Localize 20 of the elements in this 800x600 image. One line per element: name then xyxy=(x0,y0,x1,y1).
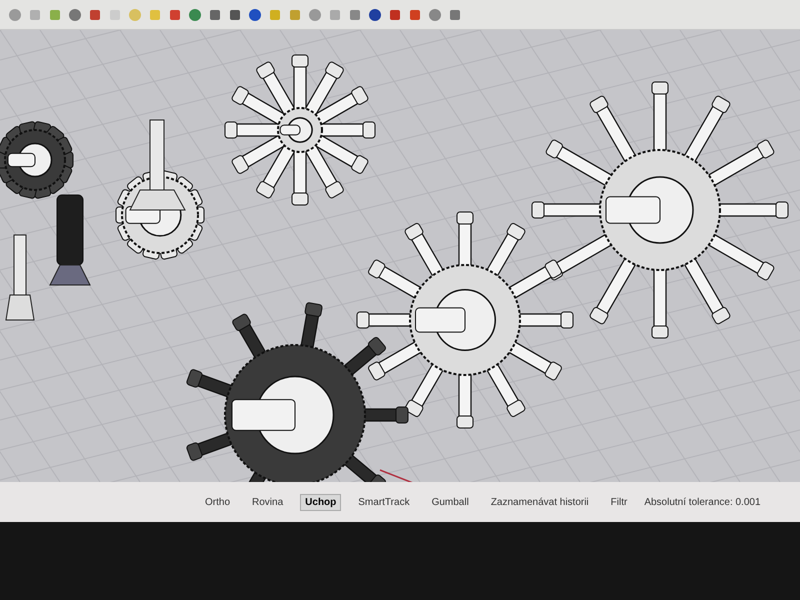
status-toggle[interactable]: Rovina xyxy=(247,494,288,510)
tool-icon[interactable] xyxy=(88,8,102,22)
sphere-icon[interactable] xyxy=(68,8,82,22)
status-toggle[interactable]: Uchop xyxy=(300,494,342,510)
tool-icon[interactable] xyxy=(448,8,462,22)
tool-icon[interactable] xyxy=(388,8,402,22)
tool-icon[interactable] xyxy=(408,8,422,22)
tool-icon[interactable] xyxy=(168,8,182,22)
status-toggle[interactable]: Gumball xyxy=(426,494,474,510)
tool-icon[interactable] xyxy=(228,8,242,22)
status-toggle[interactable]: Filtr xyxy=(606,494,632,510)
status-toggle[interactable]: SmartTrack xyxy=(353,494,415,510)
sphere-icon[interactable] xyxy=(248,8,262,22)
tool-icon[interactable] xyxy=(348,8,362,22)
tool-icon[interactable] xyxy=(208,8,222,22)
status-toggle[interactable]: Ortho xyxy=(200,494,236,510)
sphere-icon[interactable] xyxy=(368,8,382,22)
tolerance-text: Absolutní tolerance: 0.001 xyxy=(644,496,761,510)
status-toggle[interactable]: Zaznamenávat historii xyxy=(486,494,594,510)
sphere-icon[interactable] xyxy=(188,8,202,22)
